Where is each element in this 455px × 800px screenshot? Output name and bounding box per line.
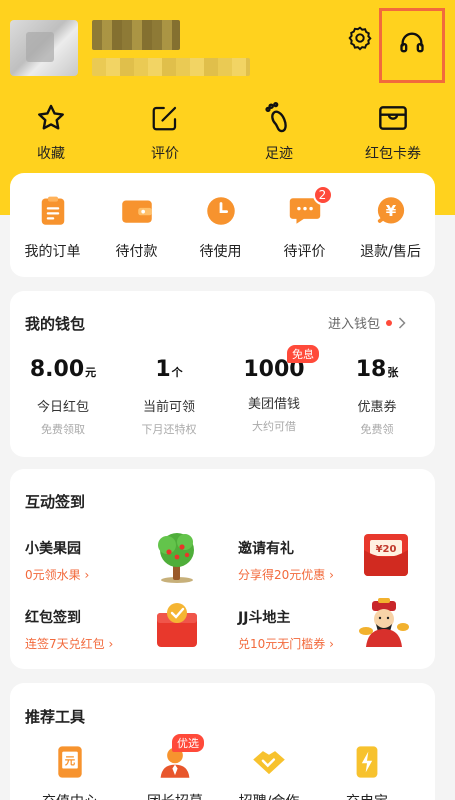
enter-wallet-link[interactable]: 进入钱包 (328, 313, 406, 332)
quick-link-footprints[interactable]: 足迹 (234, 98, 324, 168)
fruit-tree-icon (158, 533, 194, 583)
tool-label: 团长招募 (147, 791, 203, 800)
gift-box-icon (157, 603, 197, 647)
quick-link-favorites[interactable]: 收藏 (6, 98, 96, 168)
tools-title: 推荐工具 (25, 708, 86, 726)
svg-text:¥: ¥ (385, 202, 396, 220)
star-icon (38, 104, 64, 130)
stat-unit: 个 (171, 366, 183, 379)
tool-label: 充电宝 (346, 791, 388, 800)
stat-value: 1 (155, 357, 171, 382)
stat-sub: 大约可借 (252, 420, 296, 433)
edit-icon (152, 106, 177, 131)
wallet-card-icon (379, 106, 407, 130)
tool-label: 充值中心 (42, 791, 98, 800)
handshake-icon (253, 751, 285, 775)
avatar[interactable] (10, 20, 78, 76)
clock-icon (206, 197, 235, 225)
user-subtitle-blurred (92, 58, 250, 76)
power-bank-icon (356, 746, 378, 778)
refund-icon: ¥ (377, 197, 404, 224)
wallet-stat-coupons[interactable]: 18张 优惠券 免费领 (324, 356, 430, 437)
tool-recruit-cooperation[interactable]: 招聘/合作 (224, 745, 314, 800)
quick-link-label: 评价 (151, 146, 179, 162)
stat-value: 8.00 (29, 357, 85, 382)
order-list-icon (41, 196, 64, 225)
gear-icon (348, 26, 372, 51)
checkin-item-red-packet[interactable]: 红包签到 连签7天兑红包 › (25, 603, 225, 657)
tool-recharge[interactable]: 元 充值中心 (25, 745, 115, 800)
recommended-tag: 优选 (172, 734, 204, 752)
tool-power-bank[interactable]: 充电宝 (322, 745, 412, 800)
order-label: 待付款 (115, 244, 158, 260)
order-label: 退款/售后 (360, 244, 421, 260)
stat-sub: 下月还特权 (141, 423, 197, 436)
stat-label: 当前可领 (142, 400, 195, 415)
checkin-item-orchard[interactable]: 小美果园 0元领水果 › (25, 533, 225, 588)
quick-link-label: 红包卡券 (365, 146, 421, 162)
notification-dot (386, 319, 393, 326)
stat-label: 今日红包 (36, 400, 89, 415)
username-blurred[interactable] (92, 20, 180, 50)
stat-unit: 元 (85, 366, 97, 379)
checkin-title: 互动签到 (25, 493, 86, 511)
wallet-title: 我的钱包 (25, 315, 86, 333)
order-label: 待评价 (283, 244, 326, 260)
god-of-wealth-icon (359, 598, 409, 647)
quick-link-label: 收藏 (37, 146, 65, 162)
quick-link-reviews[interactable]: 评价 (120, 98, 210, 168)
wallet-stat-loan[interactable]: 1000 美团借钱 大约可借 (221, 356, 327, 434)
interest-free-tag: 免息 (287, 345, 319, 363)
order-to-use[interactable]: 待使用 (178, 195, 263, 261)
stat-sub: 免费领 (360, 423, 394, 436)
tool-label: 招聘/合作 (239, 791, 300, 800)
wallet-stat-red-packet[interactable]: 8.00元 今日红包 免费领取 (10, 356, 116, 437)
headset-icon (400, 32, 424, 52)
order-all[interactable]: 我的订单 (10, 195, 95, 261)
stat-unit: 张 (387, 366, 399, 379)
checkin-item-doudizhu[interactable]: JJ斗地主 兑10元无门槛券 › (238, 598, 438, 657)
phone-recharge-icon: 元 (58, 746, 82, 778)
pending-payment-icon (121, 200, 152, 223)
stat-label: 美团借钱 (247, 397, 300, 412)
wallet-stat-claimable[interactable]: 1个 当前可领 下月还特权 (116, 356, 222, 437)
settings-button[interactable] (344, 22, 376, 54)
unread-badge: 2 (312, 185, 333, 205)
enter-wallet-label: 进入钱包 (328, 317, 381, 332)
customer-service-button[interactable] (379, 8, 445, 83)
quick-link-coupons[interactable]: 红包卡券 (348, 98, 438, 168)
stat-label: 优惠券 (357, 400, 397, 415)
order-label: 我的订单 (24, 244, 81, 260)
red-envelope-icon: ¥20 (364, 534, 408, 576)
order-refund[interactable]: ¥ 退款/售后 (348, 195, 433, 261)
stat-sub: 免费领取 (41, 423, 85, 436)
chevron-right-icon (398, 316, 406, 329)
stat-value: 18 (355, 357, 387, 382)
order-pending-payment[interactable]: 待付款 (94, 195, 179, 261)
footprint-icon (265, 102, 287, 133)
tool-team-leader[interactable]: 团长招募 (130, 745, 220, 800)
envelope-amount: ¥20 (376, 544, 397, 555)
order-to-review[interactable]: 2 待评价 (262, 185, 347, 261)
svg-text:元: 元 (65, 756, 76, 768)
checkin-item-invite[interactable]: 邀请有礼 分享得20元优惠 › ¥20 (238, 534, 438, 588)
quick-link-label: 足迹 (265, 146, 293, 162)
order-label: 待使用 (199, 244, 242, 260)
